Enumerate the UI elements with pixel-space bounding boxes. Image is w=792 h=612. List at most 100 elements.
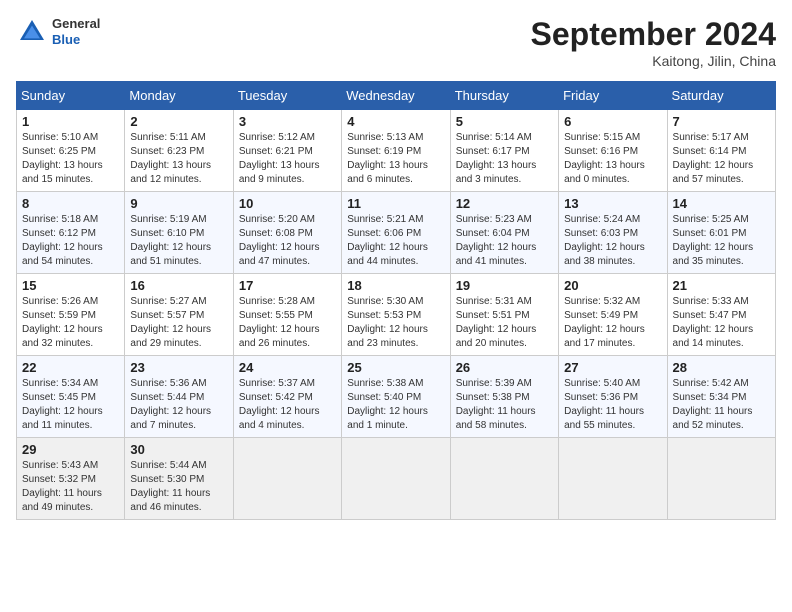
day-info: Sunrise: 5:40 AMSunset: 5:36 PMDaylight:… (564, 377, 661, 433)
calendar-cell: 7 Sunrise: 5:17 AMSunset: 6:14 PMDaylight… (667, 110, 775, 192)
day-info: Sunrise: 5:21 AMSunset: 6:06 PMDaylight:… (347, 213, 444, 269)
day-number: 10 (239, 196, 336, 211)
day-number: 9 (130, 196, 227, 211)
calendar-cell: 26Sunrise: 5:39 AMSunset: 5:38 PMDayligh… (450, 356, 558, 438)
calendar-week-row: 22 Sunrise: 5:34 AMSunset: 5:45 PMDayligh… (17, 356, 776, 438)
day-info: Sunrise: 5:30 AMSunset: 5:53 PMDaylight:… (347, 295, 444, 351)
calendar-week-row: 1 Sunrise: 5:10 AMSunset: 6:25 PMDaylight… (17, 110, 776, 192)
day-number: 6 (564, 114, 661, 129)
calendar-cell: 8Sunrise: 5:18 AMSunset: 6:12 PMDaylight… (17, 192, 125, 274)
col-header-wednesday: Wednesday (342, 82, 450, 110)
day-number: 12 (456, 196, 553, 211)
calendar-cell: 16 Sunrise: 5:27 AMSunset: 5:57 PMDayligh… (125, 274, 233, 356)
day-number: 21 (673, 278, 770, 293)
day-number: 19 (456, 278, 553, 293)
calendar-cell: 24 Sunrise: 5:37 AMSunset: 5:42 PMDayligh… (233, 356, 341, 438)
day-number: 14 (673, 196, 770, 211)
month-title: September 2024 (531, 16, 776, 53)
calendar-cell: 15 Sunrise: 5:26 AMSunset: 5:59 PMDayligh… (17, 274, 125, 356)
day-info: Sunrise: 5:19 AMSunset: 6:10 PMDaylight:… (130, 213, 227, 269)
col-header-thursday: Thursday (450, 82, 558, 110)
calendar-cell: 27 Sunrise: 5:40 AMSunset: 5:36 PMDayligh… (559, 356, 667, 438)
calendar-cell: 29 Sunrise: 5:43 AMSunset: 5:32 PMDayligh… (17, 438, 125, 520)
calendar-cell (233, 438, 341, 520)
day-number: 20 (564, 278, 661, 293)
day-number: 16 (130, 278, 227, 293)
calendar-cell: 9 Sunrise: 5:19 AMSunset: 6:10 PMDaylight… (125, 192, 233, 274)
col-header-tuesday: Tuesday (233, 82, 341, 110)
day-info: Sunrise: 5:32 AMSunset: 5:49 PMDaylight:… (564, 295, 661, 351)
day-info: Sunrise: 5:10 AMSunset: 6:25 PMDaylight:… (22, 131, 119, 187)
calendar-cell: 21 Sunrise: 5:33 AMSunset: 5:47 PMDayligh… (667, 274, 775, 356)
day-number: 26 (456, 360, 553, 375)
day-info: Sunrise: 5:26 AMSunset: 5:59 PMDaylight:… (22, 295, 119, 351)
calendar-cell (667, 438, 775, 520)
day-info: Sunrise: 5:17 AMSunset: 6:14 PMDaylight:… (673, 131, 770, 187)
day-number: 4 (347, 114, 444, 129)
calendar-cell: 1 Sunrise: 5:10 AMSunset: 6:25 PMDaylight… (17, 110, 125, 192)
day-info: Sunrise: 5:20 AMSunset: 6:08 PMDaylight:… (239, 213, 336, 269)
calendar-cell: 25Sunrise: 5:38 AMSunset: 5:40 PMDayligh… (342, 356, 450, 438)
day-info: Sunrise: 5:28 AMSunset: 5:55 PMDaylight:… (239, 295, 336, 351)
calendar: SundayMondayTuesdayWednesdayThursdayFrid… (16, 81, 776, 520)
day-info: Sunrise: 5:27 AMSunset: 5:57 PMDaylight:… (130, 295, 227, 351)
col-header-sunday: Sunday (17, 82, 125, 110)
day-info: Sunrise: 5:11 AMSunset: 6:23 PMDaylight:… (130, 131, 227, 187)
logo: General Blue (16, 16, 100, 48)
day-number: 17 (239, 278, 336, 293)
calendar-cell (342, 438, 450, 520)
day-info: Sunrise: 5:31 AMSunset: 5:51 PMDaylight:… (456, 295, 553, 351)
day-info: Sunrise: 5:24 AMSunset: 6:03 PMDaylight:… (564, 213, 661, 269)
calendar-cell: 30Sunrise: 5:44 AMSunset: 5:30 PMDayligh… (125, 438, 233, 520)
logo-general: General (52, 16, 100, 32)
day-number: 3 (239, 114, 336, 129)
calendar-cell: 18Sunrise: 5:30 AMSunset: 5:53 PMDayligh… (342, 274, 450, 356)
calendar-cell: 20 Sunrise: 5:32 AMSunset: 5:49 PMDayligh… (559, 274, 667, 356)
day-info: Sunrise: 5:33 AMSunset: 5:47 PMDaylight:… (673, 295, 770, 351)
day-info: Sunrise: 5:43 AMSunset: 5:32 PMDaylight:… (22, 459, 119, 515)
day-info: Sunrise: 5:14 AMSunset: 6:17 PMDaylight:… (456, 131, 553, 187)
day-number: 5 (456, 114, 553, 129)
calendar-cell (559, 438, 667, 520)
title-block: September 2024 Kaitong, Jilin, China (531, 16, 776, 69)
calendar-cell: 28 Sunrise: 5:42 AMSunset: 5:34 PMDayligh… (667, 356, 775, 438)
calendar-week-row: 8Sunrise: 5:18 AMSunset: 6:12 PMDaylight… (17, 192, 776, 274)
col-header-saturday: Saturday (667, 82, 775, 110)
day-number: 22 (22, 360, 119, 375)
calendar-cell: 17 Sunrise: 5:28 AMSunset: 5:55 PMDayligh… (233, 274, 341, 356)
calendar-cell (450, 438, 558, 520)
day-info: Sunrise: 5:23 AMSunset: 6:04 PMDaylight:… (456, 213, 553, 269)
day-number: 29 (22, 442, 119, 457)
calendar-week-row: 15 Sunrise: 5:26 AMSunset: 5:59 PMDayligh… (17, 274, 776, 356)
day-number: 23 (130, 360, 227, 375)
location: Kaitong, Jilin, China (531, 53, 776, 69)
day-number: 13 (564, 196, 661, 211)
day-number: 2 (130, 114, 227, 129)
calendar-cell: 3 Sunrise: 5:12 AMSunset: 6:21 PMDaylight… (233, 110, 341, 192)
day-number: 8 (22, 196, 119, 211)
day-number: 1 (22, 114, 119, 129)
calendar-cell: 4Sunrise: 5:13 AMSunset: 6:19 PMDaylight… (342, 110, 450, 192)
day-info: Sunrise: 5:42 AMSunset: 5:34 PMDaylight:… (673, 377, 770, 433)
day-info: Sunrise: 5:12 AMSunset: 6:21 PMDaylight:… (239, 131, 336, 187)
calendar-cell: 12 Sunrise: 5:23 AMSunset: 6:04 PMDayligh… (450, 192, 558, 274)
col-header-friday: Friday (559, 82, 667, 110)
day-info: Sunrise: 5:44 AMSunset: 5:30 PMDaylight:… (130, 459, 227, 515)
day-info: Sunrise: 5:37 AMSunset: 5:42 PMDaylight:… (239, 377, 336, 433)
col-header-monday: Monday (125, 82, 233, 110)
calendar-cell: 11 Sunrise: 5:21 AMSunset: 6:06 PMDayligh… (342, 192, 450, 274)
day-number: 24 (239, 360, 336, 375)
day-number: 15 (22, 278, 119, 293)
logo-icon (16, 16, 48, 48)
calendar-week-row: 29 Sunrise: 5:43 AMSunset: 5:32 PMDayligh… (17, 438, 776, 520)
day-info: Sunrise: 5:34 AMSunset: 5:45 PMDaylight:… (22, 377, 119, 433)
day-info: Sunrise: 5:15 AMSunset: 6:16 PMDaylight:… (564, 131, 661, 187)
day-info: Sunrise: 5:25 AMSunset: 6:01 PMDaylight:… (673, 213, 770, 269)
day-number: 27 (564, 360, 661, 375)
calendar-cell: 23Sunrise: 5:36 AMSunset: 5:44 PMDayligh… (125, 356, 233, 438)
calendar-cell: 10 Sunrise: 5:20 AMSunset: 6:08 PMDayligh… (233, 192, 341, 274)
calendar-cell: 6 Sunrise: 5:15 AMSunset: 6:16 PMDaylight… (559, 110, 667, 192)
day-number: 7 (673, 114, 770, 129)
day-number: 28 (673, 360, 770, 375)
day-number: 11 (347, 196, 444, 211)
